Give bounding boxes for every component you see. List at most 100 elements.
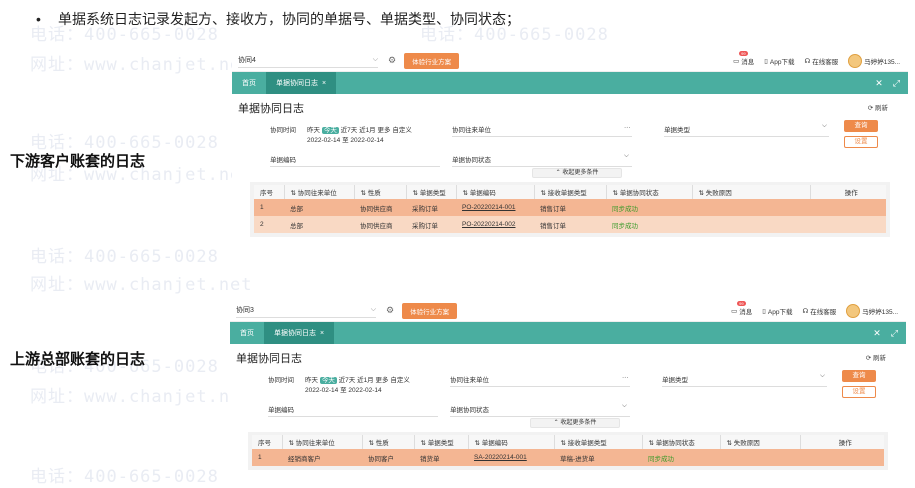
col-reason[interactable]: ⇅ 失败原因 xyxy=(692,185,811,199)
time-opt-1month[interactable]: 近1月 xyxy=(359,127,376,134)
gear-icon[interactable]: ⚙ xyxy=(388,55,396,66)
gear-icon[interactable]: ⚙ xyxy=(386,305,394,316)
bullet-text: • 单据系统日志记录发起方、接收方，协同的单据号、单据类型、协同状态； xyxy=(36,11,520,27)
phone-icon: ▯ xyxy=(762,308,766,315)
time-opt-yesterday[interactable]: 昨天 xyxy=(305,377,318,384)
col-doctype[interactable]: ⇅ 单据类型 xyxy=(414,435,469,449)
industry-solution-button[interactable]: 体验行业方案 xyxy=(404,52,460,69)
time-opt-more[interactable]: 更多 xyxy=(378,127,391,134)
close-icon[interactable]: × xyxy=(322,80,326,87)
headset-icon: ☊ xyxy=(804,58,811,65)
doctype-label: 单据类型 xyxy=(662,377,688,384)
chevron-down-icon[interactable]: ⌵ xyxy=(822,122,827,130)
phone-icon: ▯ xyxy=(764,58,768,65)
refresh-button[interactable]: ⟳ 刷新 xyxy=(868,102,888,112)
close-all-icon[interactable]: ✕ xyxy=(873,328,881,339)
col-recv[interactable]: ⇅ 接收单据类型 xyxy=(534,185,607,199)
col-docno[interactable]: ⇅ 单据编码 xyxy=(456,185,535,199)
tab-home[interactable]: 首页 xyxy=(230,328,264,338)
col-partner[interactable]: ⇅ 协同往来单位 xyxy=(284,185,355,199)
doctype-select[interactable] xyxy=(664,136,829,137)
time-opt-custom[interactable]: 自定义 xyxy=(390,377,410,384)
industry-solution-button[interactable]: 体验行业方案 xyxy=(402,302,458,319)
status-select[interactable] xyxy=(450,416,630,417)
docno-input[interactable] xyxy=(268,416,438,417)
table-row[interactable]: 1 经销商客户 协同客户 销货单 SA-20220214-001 草稿-进货单 … xyxy=(252,449,884,466)
message-button[interactable]: ▭ 99 消息 xyxy=(733,51,754,66)
chevron-down-icon[interactable]: ⌵ xyxy=(820,372,825,380)
time-opt-today[interactable]: 今天 xyxy=(319,377,337,384)
time-opt-today[interactable]: 今天 xyxy=(321,127,339,134)
time-opt-1month[interactable]: 近1月 xyxy=(357,377,374,384)
online-service-button[interactable]: ☊ 在线客服 xyxy=(804,56,838,66)
col-recv[interactable]: ⇅ 接收单据类型 xyxy=(554,435,643,449)
partner-more[interactable]: ··· xyxy=(624,124,631,131)
col-doctype[interactable]: ⇅ 单据类型 xyxy=(406,185,457,199)
col-nature[interactable]: ⇅ 性质 xyxy=(354,185,407,199)
col-no: 序号 xyxy=(254,185,285,199)
message-button[interactable]: ▭ 99 消息 xyxy=(731,301,752,316)
avatar xyxy=(846,304,861,318)
user-menu[interactable]: 马婷婷135... xyxy=(848,54,900,68)
tab-document-log[interactable]: 单据协同日志 × xyxy=(266,72,337,94)
table-row[interactable]: 2 总部 协同供应商 采购订单 PO-20220214-002 销售订单 同步成… xyxy=(254,216,886,233)
watermark-phone: 电话：400-665-0028 xyxy=(30,247,219,267)
close-icon[interactable]: × xyxy=(320,330,324,337)
col-partner[interactable]: ⇅ 协同往来单位 xyxy=(282,435,363,449)
cell-reason xyxy=(692,199,810,216)
settings-button[interactable]: 设置 xyxy=(842,386,876,398)
filter-panel: 协同时间 昨天 今天 近7天 近1月 更多 自定义 2022-02-14 至 2… xyxy=(230,366,906,428)
cell-recv: 草稿-进货单 xyxy=(554,449,642,466)
partner-more[interactable]: ··· xyxy=(622,374,629,381)
collapse-more-button[interactable]: ⌃ 收起更多条件 xyxy=(532,168,622,178)
doctype-select[interactable] xyxy=(662,386,827,387)
chevron-down-icon[interactable]: ⌵ xyxy=(624,152,629,160)
refresh-button[interactable]: ⟳ 刷新 xyxy=(866,352,886,362)
time-opt-more[interactable]: 更多 xyxy=(376,377,389,384)
col-no: 序号 xyxy=(252,435,283,449)
cell-partner: 总部 xyxy=(284,199,354,216)
tab-document-log[interactable]: 单据协同日志 × xyxy=(264,322,335,344)
settings-button[interactable]: 设置 xyxy=(844,136,878,148)
table-row[interactable]: 1 总部 协同供应商 采购订单 PO-20220214-001 销售订单 同步成… xyxy=(254,199,886,216)
cell-nature: 协同客户 xyxy=(362,449,414,466)
cell-docno-link[interactable]: PO-20220214-001 xyxy=(456,199,534,216)
col-status[interactable]: ⇅ 单据协同状态 xyxy=(606,185,693,199)
query-button[interactable]: 查询 xyxy=(844,120,878,132)
status-select[interactable] xyxy=(452,166,632,167)
time-opt-custom[interactable]: 自定义 xyxy=(392,127,412,134)
col-nature[interactable]: ⇅ 性质 xyxy=(362,435,415,449)
top-bar: 协同3 ⌵ ⚙ 体验行业方案 ▭ 99 消息 ▯ App下载 ☊ 在线客服 马婷婷135.… xyxy=(230,300,906,322)
partner-input[interactable] xyxy=(452,136,632,137)
account-select[interactable]: 协同3 ⌵ xyxy=(236,304,376,318)
col-reason[interactable]: ⇅ 失败原因 xyxy=(720,435,801,449)
online-service-button[interactable]: ☊ 在线客服 xyxy=(802,306,836,316)
user-menu[interactable]: 马婷婷135... xyxy=(846,304,898,318)
log-table: 序号 ⇅ 协同往来单位 ⇅ 性质 ⇅ 单据类型 ⇅ 单据编码 ⇅ 接收单据类型 … xyxy=(254,185,886,233)
time-opt-7days[interactable]: 近7天 xyxy=(341,127,358,134)
cell-docno-link[interactable]: PO-20220214-002 xyxy=(456,216,534,233)
time-opt-7days[interactable]: 近7天 xyxy=(339,377,356,384)
query-button[interactable]: 查询 xyxy=(842,370,876,382)
col-status[interactable]: ⇅ 单据协同状态 xyxy=(642,435,721,449)
collapse-more-button[interactable]: ⌃ 收起更多条件 xyxy=(530,418,620,428)
partner-input[interactable] xyxy=(450,386,630,387)
app-download-button[interactable]: ▯ App下载 xyxy=(764,56,794,66)
watermark-site: 网址：www.chanjet.net xyxy=(30,55,253,75)
app-download-button[interactable]: ▯ App下载 xyxy=(762,306,792,316)
col-docno[interactable]: ⇅ 单据编码 xyxy=(468,435,555,449)
docno-input[interactable] xyxy=(270,166,440,167)
date-range[interactable]: 2022-02-14 至 2022-02-14 xyxy=(305,384,382,394)
close-all-icon[interactable]: ✕ xyxy=(875,78,883,89)
cell-docno-link[interactable]: SA-20220214-001 xyxy=(468,449,554,466)
fullscreen-icon[interactable]: ⤢ xyxy=(891,328,898,339)
log-table-container: 序号 ⇅ 协同往来单位 ⇅ 性质 ⇅ 单据类型 ⇅ 单据编码 ⇅ 接收单据类型 … xyxy=(250,182,890,237)
fullscreen-icon[interactable]: ⤢ xyxy=(893,78,900,89)
cell-recv: 销售订单 xyxy=(534,216,606,233)
time-opt-yesterday[interactable]: 昨天 xyxy=(307,127,320,134)
tab-home[interactable]: 首页 xyxy=(232,78,266,88)
date-range[interactable]: 2022-02-14 至 2022-02-14 xyxy=(307,134,384,144)
headset-icon: ☊ xyxy=(802,308,809,315)
account-select[interactable]: 协同4 ⌵ xyxy=(238,54,378,68)
chevron-down-icon[interactable]: ⌵ xyxy=(622,402,627,410)
